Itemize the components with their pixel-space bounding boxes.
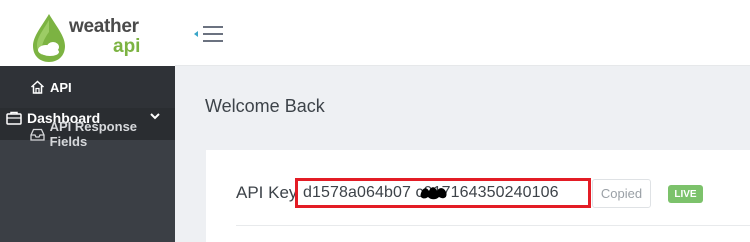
page-title: Welcome Back — [205, 96, 325, 116]
logo[interactable]: weather api — [0, 0, 175, 74]
menu-toggle-icon[interactable] — [193, 24, 225, 44]
redaction-scribble — [420, 187, 447, 200]
topbar — [175, 0, 750, 66]
sidebar-item-api-response-fields-label: API Response Fields — [49, 119, 138, 149]
home-icon — [30, 79, 46, 95]
sidebar-item-api[interactable]: API — [0, 66, 175, 108]
copied-button[interactable]: Copied — [592, 179, 651, 208]
api-key-field[interactable]: d1578a064b07 c917164350240106 — [295, 178, 591, 208]
status-badge: LIVE — [668, 185, 703, 203]
inbox-icon — [30, 126, 46, 142]
sidebar-item-api-label: API — [50, 79, 72, 95]
sidebar-item-api-response-fields[interactable]: API Response Fields — [0, 113, 175, 155]
divider — [236, 225, 750, 226]
logo-text-weather: weather — [69, 16, 139, 37]
api-key-label: API Key — [236, 183, 298, 202]
sidebar: weather api Dashboard API API Response F… — [0, 0, 175, 242]
logo-drop-icon — [33, 14, 65, 62]
logo-text-api: api — [113, 36, 141, 57]
